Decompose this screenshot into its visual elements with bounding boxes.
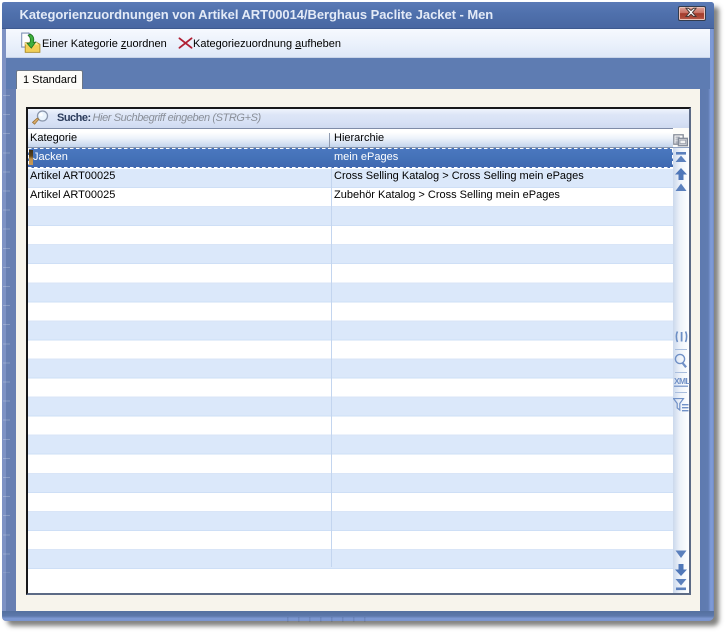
svg-text:XML: XML xyxy=(674,376,690,386)
